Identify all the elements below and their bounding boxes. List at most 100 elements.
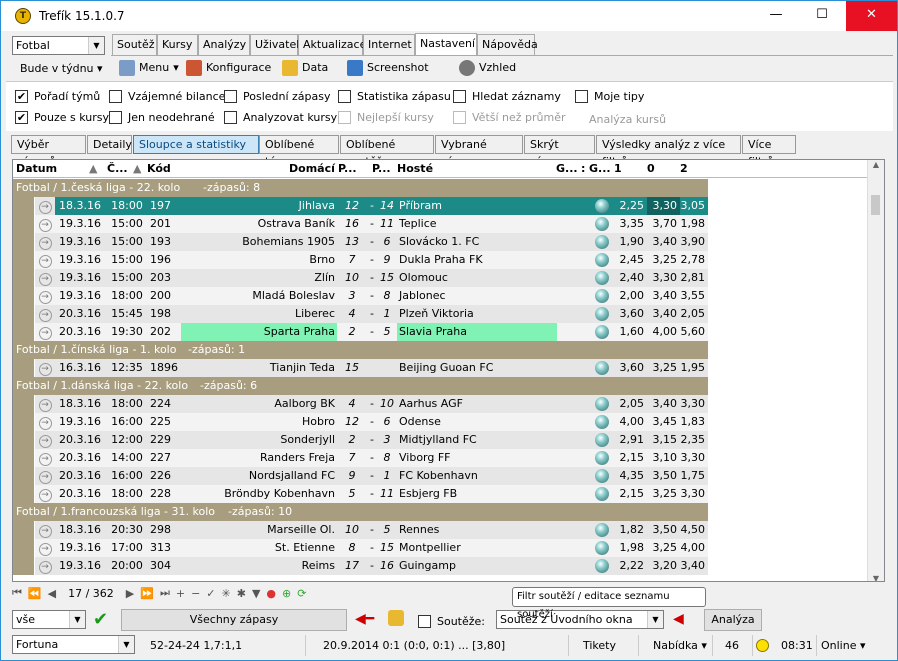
row-arrow[interactable]: → (35, 233, 55, 251)
maximize-button[interactable]: ☐ (799, 1, 845, 31)
table-row[interactable]: → 18.3.16 20:30 298 Marseille Ol. 10-5 Rennes 1… (13, 521, 708, 539)
table-row[interactable]: → 20.3.16 12:00 229 Sonderjyll 2-3 Midtjylland… (13, 431, 708, 449)
sub-tab[interactable]: Výběr zápasů (11, 135, 86, 168)
stats-checkbox[interactable]: Statistika zápasu (338, 88, 451, 104)
globe-icon[interactable] (595, 289, 609, 303)
globe-icon[interactable] (595, 451, 609, 465)
table-row[interactable]: → 20.3.16 18:00 228 Bröndby Kobenhavn 5-11 Esb… (13, 485, 708, 503)
refresh-icon[interactable]: ✱ (237, 587, 246, 600)
globe-icon[interactable] (595, 199, 609, 213)
group-row[interactable]: Fotbal / 1.čínská liga - 1. kolo -zápasů:… (13, 341, 708, 359)
look-button[interactable]: Vzhled (459, 58, 516, 78)
prev-record-icon[interactable]: ◀ (48, 587, 56, 600)
menu-tab[interactable]: Kursy (157, 34, 198, 55)
table-row[interactable]: → 16.3.16 12:35 1896 Tianjin Teda 15 Beijing G… (13, 359, 708, 377)
group-row[interactable]: Fotbal / 1.francouzská liga - 31. kolo -z… (13, 503, 708, 521)
menu-tab[interactable]: Soutěž (112, 34, 157, 55)
globe-icon[interactable] (595, 523, 609, 537)
search-checkbox[interactable]: Hledat záznamy (453, 88, 561, 104)
mytips-checkbox[interactable]: Moje tipy (575, 88, 644, 104)
row-arrow[interactable]: → (35, 449, 55, 467)
row-arrow[interactable]: → (35, 431, 55, 449)
row-arrow[interactable]: → (35, 557, 55, 575)
globe-icon[interactable] (595, 361, 609, 375)
odds-analysis-link[interactable]: Analýza kursů (589, 111, 666, 127)
row-arrow[interactable]: → (35, 197, 55, 215)
online-status[interactable]: Online ▾ (817, 635, 877, 656)
prev-page-icon[interactable]: ⏪ (28, 587, 42, 600)
delete-icon[interactable]: − (191, 587, 200, 600)
menu-tab[interactable]: Nastavení (415, 33, 477, 55)
globe-icon[interactable] (595, 397, 609, 411)
row-arrow[interactable]: → (35, 269, 55, 287)
group-row[interactable]: Fotbal / 1.dánská liga - 22. kolo -zápasů… (13, 377, 708, 395)
row-arrow[interactable]: → (35, 539, 55, 557)
row-arrow[interactable]: → (35, 395, 55, 413)
col-p1[interactable]: P... (338, 162, 357, 175)
scroll-up-icon[interactable]: ▲ (868, 160, 884, 169)
col-code[interactable]: Kód (147, 162, 171, 175)
tickets-button[interactable]: Tikety (579, 635, 639, 656)
globe-icon[interactable] (595, 325, 609, 339)
filter-icon[interactable]: ▼ (252, 587, 260, 600)
sub-tab[interactable]: Oblíbené týmy (259, 135, 339, 168)
table-row[interactable]: → 19.3.16 15:00 196 Brno 7-9 Dukla Praha FK 2,4… (13, 251, 708, 269)
sub-tab[interactable]: Detaily (87, 135, 132, 154)
period-select[interactable]: Bude v týdnu ▾ (12, 59, 105, 78)
menu-tab[interactable]: Internet (363, 34, 415, 55)
vertical-scrollbar[interactable]: ▲ ▼ (867, 160, 884, 581)
last-record-icon[interactable]: ⏭ (160, 586, 170, 600)
globe-icon[interactable] (595, 235, 609, 249)
globe-icon[interactable] (595, 271, 609, 285)
scroll-down-icon[interactable]: ▼ (868, 574, 884, 581)
config-button[interactable]: Konfigurace (186, 58, 271, 78)
next-page-icon[interactable]: ⏩ (140, 587, 154, 600)
sub-tab[interactable]: Více filtrů (742, 135, 796, 168)
menu-tab[interactable]: Aktualizace (298, 34, 366, 55)
stop-icon[interactable]: ● (266, 587, 276, 600)
offer-button[interactable]: Nabídka ▾ (649, 635, 713, 656)
globe-icon[interactable] (595, 469, 609, 483)
bookmaker-select[interactable]: Fortuna ▼ (12, 635, 135, 654)
globe-icon[interactable] (595, 307, 609, 321)
col-date[interactable]: Datum (16, 162, 57, 175)
col-g2[interactable]: G... (589, 162, 611, 175)
first-record-icon[interactable]: ⏮ (12, 586, 22, 600)
col-odd2[interactable]: 2 (680, 162, 688, 175)
sub-tab[interactable]: Vybrané zápasy (435, 135, 523, 168)
row-arrow[interactable]: → (35, 287, 55, 305)
globe-icon[interactable] (595, 433, 609, 447)
row-arrow[interactable]: → (35, 485, 55, 503)
table-row[interactable]: → 18.3.16 18:00 224 Aalborg BK 4-10 Aarhus AGF… (13, 395, 708, 413)
menu-button[interactable]: Menu ▾ (119, 58, 179, 78)
insert-icon[interactable]: + (176, 587, 185, 600)
arrow-left-icon[interactable]: ◀ (673, 611, 684, 627)
add-icon[interactable]: ⊕ (282, 587, 291, 600)
col-home[interactable]: Domácí (289, 162, 335, 175)
table-row[interactable]: → 19.3.16 16:00 225 Hobro 12-6 Odense 4,00 3,45 1… (13, 413, 708, 431)
sub-tab[interactable]: Skrýt zápasy (524, 135, 595, 168)
all-matches-button[interactable]: Všechny zápasy (121, 609, 347, 631)
row-arrow[interactable]: → (35, 359, 55, 377)
analyzed-checkbox[interactable]: Analyzovat kursy (224, 109, 337, 125)
row-arrow[interactable]: → (35, 467, 55, 485)
next-record-icon[interactable]: ▶ (126, 587, 134, 600)
globe-icon[interactable] (595, 559, 609, 573)
analysis-button[interactable]: Analýza (704, 609, 762, 631)
table-row[interactable]: → 20.3.16 15:45 198 Liberec 4-1 Plzeň Viktoria… (13, 305, 708, 323)
globe-icon[interactable] (595, 415, 609, 429)
sport-select[interactable]: Fotbal ▼ (12, 36, 105, 55)
globe-icon[interactable] (595, 541, 609, 555)
sub-tab[interactable]: Oblíbené soutěže (340, 135, 434, 168)
table-row[interactable]: → 20.3.16 16:00 226 Nordsjalland FC 9-1 FC Kob… (13, 467, 708, 485)
globe-icon[interactable] (595, 487, 609, 501)
group-row[interactable]: Fotbal / 1.česká liga - 22. kolo -zápasů:… (13, 179, 708, 197)
table-row[interactable]: → 20.3.16 19:30 202 Sparta Praha 2-5 Slavia Pr… (13, 323, 708, 341)
best-checkbox[interactable]: Nejlepší kursy (338, 109, 434, 125)
close-button[interactable]: ✕ (846, 1, 897, 31)
row-arrow[interactable]: → (35, 251, 55, 269)
col-away[interactable]: Hosté (397, 162, 433, 175)
row-arrow[interactable]: → (35, 521, 55, 539)
col-g1[interactable]: G... (556, 162, 578, 175)
order-checkbox[interactable]: ✔ Pořadí týmů (15, 88, 100, 104)
